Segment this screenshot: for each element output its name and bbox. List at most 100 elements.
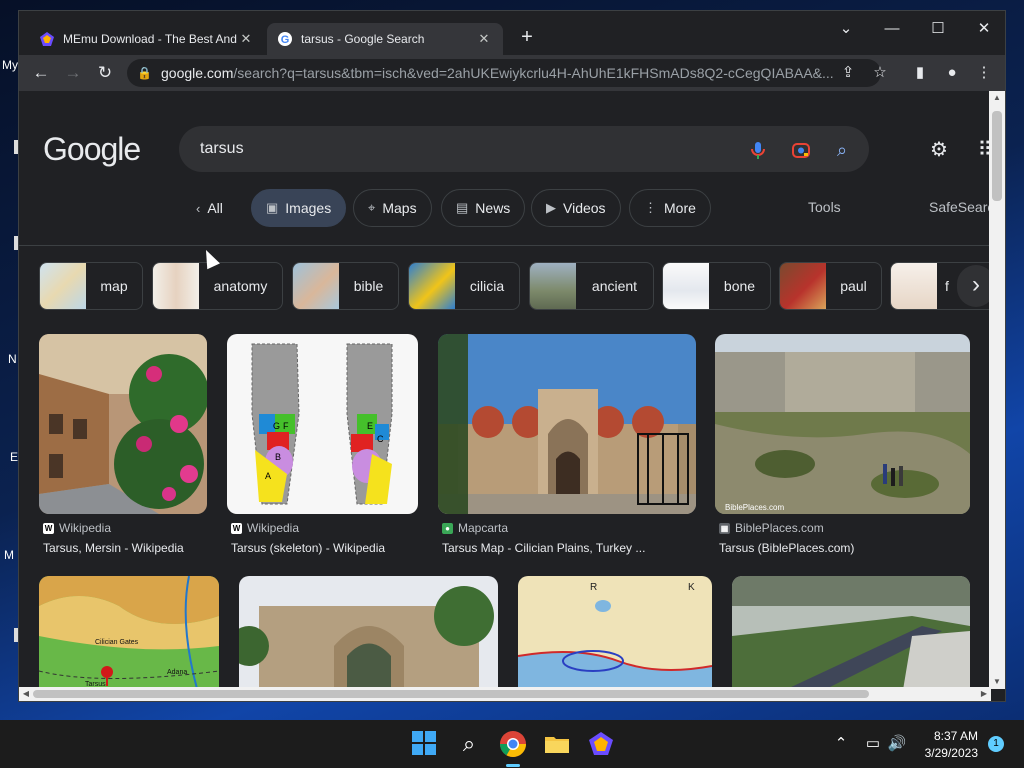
related-thumbnail	[153, 263, 199, 309]
related-label: bible	[353, 278, 384, 294]
clock-time[interactable]: 8:37 AM	[912, 729, 978, 743]
tab-memu[interactable]: MEmu Download - The Best Andr ✕	[29, 23, 265, 55]
memu-icon[interactable]	[587, 730, 615, 758]
related-label: ancient	[591, 278, 638, 294]
desktop-icon-label[interactable]: E	[10, 450, 18, 464]
close-tab-icon[interactable]: ✕	[475, 31, 493, 47]
result-title[interactable]: Tarsus Map - Cilician Plains, Turkey ...	[442, 541, 645, 555]
result-image[interactable]: BiblePlaces.com	[715, 334, 970, 514]
related-label: bone	[723, 278, 756, 294]
tab-label: Videos	[563, 200, 606, 216]
windows-start-icon[interactable]	[411, 730, 439, 758]
profile-icon[interactable]: ●	[943, 64, 961, 82]
tab-images[interactable]: ▣ Images	[251, 189, 347, 227]
foot-letter: F	[283, 421, 289, 431]
desktop-icon-label[interactable]: My	[2, 58, 18, 72]
url-host: google.com	[161, 65, 234, 81]
result-image[interactable]: Cilician Gates Adana Tarsus	[39, 576, 219, 689]
related-search-ancient[interactable]: ancient	[529, 262, 654, 310]
related-label: paul	[840, 278, 867, 294]
lock-icon[interactable]: 🔒	[137, 66, 152, 80]
tab-videos[interactable]: ▶ Videos	[531, 189, 621, 227]
file-explorer-icon[interactable]	[543, 730, 571, 758]
lens-camera-icon[interactable]	[790, 139, 812, 161]
scroll-right-arrow-icon[interactable]: ▶	[977, 687, 991, 701]
related-label: cilicia	[469, 278, 505, 294]
chevron-right-icon[interactable]: ›	[957, 265, 991, 307]
video-icon: ▶	[546, 200, 556, 215]
tab-google-search[interactable]: G tarsus - Google Search ✕	[267, 23, 503, 55]
scrollbar-thumb[interactable]	[33, 690, 869, 698]
clock-date[interactable]: 3/29/2023	[912, 746, 978, 760]
search-icon[interactable]: ⌕	[831, 139, 853, 161]
desktop-icon-label[interactable]: N	[8, 352, 17, 366]
close-tab-icon[interactable]: ✕	[237, 31, 255, 47]
related-search-bible[interactable]: bible	[292, 262, 399, 310]
result-source[interactable]: W Wikipedia	[43, 521, 111, 535]
google-logo[interactable]: Google	[43, 131, 141, 168]
result-title[interactable]: Tarsus (BiblePlaces.com)	[719, 541, 854, 555]
address-bar[interactable]: 🔒 google.com /search?q=tarsus&tbm=isch&v…	[127, 59, 881, 87]
scroll-down-arrow-icon[interactable]: ▼	[989, 675, 1005, 689]
related-search-map[interactable]: map	[39, 262, 143, 310]
maximize-button[interactable]: ☐	[915, 15, 961, 43]
safesearch-button[interactable]: SafeSearc	[929, 199, 991, 215]
side-panel-icon[interactable]: ▮	[911, 64, 929, 82]
share-icon[interactable]: ⇪	[839, 64, 857, 82]
related-search-cilicia[interactable]: cilicia	[408, 262, 520, 310]
map-pin-icon: ⌖	[368, 200, 376, 215]
related-search-paul[interactable]: paul	[779, 262, 882, 310]
tools-button[interactable]: Tools	[808, 199, 841, 215]
related-label: anatomy	[213, 278, 268, 294]
image-watermark: BiblePlaces.com	[725, 503, 784, 512]
result-image[interactable]	[438, 334, 696, 514]
result-image[interactable]: R K	[518, 576, 712, 689]
browser-toolbar: ← → ↻ 🔒 google.com /search?q=tarsus&tbm=…	[19, 55, 1005, 91]
tab-label: News	[475, 200, 511, 216]
new-tab-button[interactable]: +	[515, 25, 539, 49]
notification-badge[interactable]: 1	[988, 736, 1004, 752]
tab-more[interactable]: ⋮ More	[629, 189, 711, 227]
tab-all[interactable]: ‹ All	[181, 189, 238, 227]
result-title[interactable]: Tarsus (skeleton) - Wikipedia	[231, 541, 385, 555]
related-search-anatomy[interactable]: anatomy	[152, 262, 283, 310]
map-label: Adana	[167, 669, 187, 676]
close-window-button[interactable]: ✕	[961, 15, 1007, 43]
result-source[interactable]: ● Mapcarta	[442, 521, 508, 535]
result-source[interactable]: ▦ BiblePlaces.com	[719, 521, 824, 535]
scroll-up-arrow-icon[interactable]: ▲	[989, 91, 1005, 105]
foot-letter: A	[265, 471, 271, 481]
related-thumbnail	[663, 263, 709, 309]
back-arrow-icon[interactable]: ←	[29, 61, 53, 85]
result-image[interactable]	[239, 576, 498, 689]
network-icon[interactable]: ▭	[863, 734, 883, 754]
chrome-icon[interactable]	[499, 730, 527, 758]
volume-icon[interactable]: 🔊	[887, 734, 907, 754]
taskbar-search-icon[interactable]: ⌕	[455, 730, 483, 758]
result-title[interactable]: Tarsus, Mersin - Wikipedia	[43, 541, 184, 555]
result-image[interactable]	[732, 576, 970, 689]
svg-text:G: G	[281, 34, 290, 46]
related-label: map	[100, 278, 128, 294]
horizontal-scrollbar[interactable]: ◀ ▶	[19, 687, 991, 701]
settings-gear-icon[interactable]: ⚙	[927, 138, 951, 162]
desktop-icon-label[interactable]: M	[4, 548, 14, 562]
vertical-scrollbar[interactable]: ▲ ▼	[989, 91, 1005, 689]
bookmark-star-icon[interactable]: ☆	[871, 64, 889, 82]
microphone-icon[interactable]	[747, 139, 769, 161]
tab-search-chevron-icon[interactable]: ⌄	[823, 15, 869, 43]
result-image[interactable]	[39, 334, 207, 514]
source-label: BiblePlaces.com	[735, 521, 824, 535]
result-image[interactable]: G F E C B A	[227, 334, 418, 514]
tray-overflow-chevron-icon[interactable]: ⌃	[831, 734, 851, 754]
browser-menu-icon[interactable]: ⋮	[975, 64, 993, 82]
minimize-button[interactable]: —	[869, 15, 915, 43]
scrollbar-thumb[interactable]	[992, 111, 1002, 201]
tab-news[interactable]: ▤ News	[441, 189, 526, 227]
forward-arrow-icon[interactable]: →	[61, 61, 85, 85]
related-search-bone[interactable]: bone	[662, 262, 771, 310]
reload-icon[interactable]: ↻	[93, 61, 117, 85]
scroll-left-arrow-icon[interactable]: ◀	[19, 687, 33, 701]
result-source[interactable]: W Wikipedia	[231, 521, 299, 535]
tab-maps[interactable]: ⌖ Maps	[353, 189, 432, 227]
